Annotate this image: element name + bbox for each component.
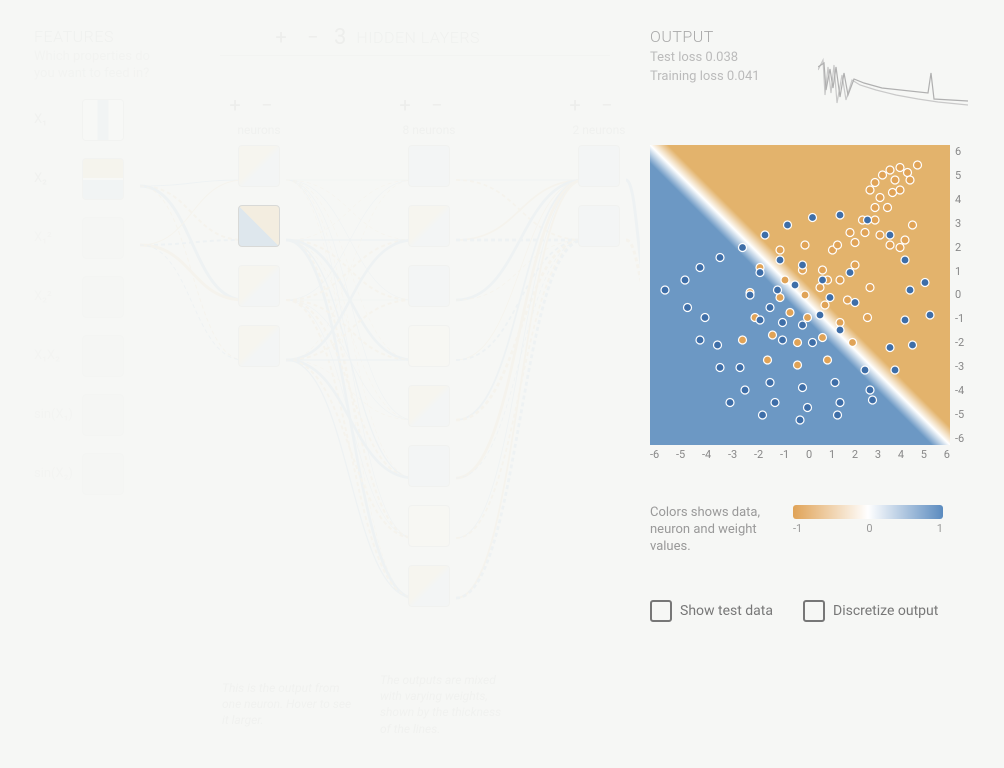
- neuron[interactable]: [408, 565, 450, 607]
- feature-label: X₂²: [34, 289, 82, 304]
- layers-heading: HIDDEN LAYERS: [356, 28, 480, 47]
- neuron[interactable]: [408, 445, 450, 487]
- feature-thumb: [82, 276, 124, 318]
- legend-lo: -1: [793, 522, 802, 535]
- neuron[interactable]: [408, 265, 450, 307]
- neuron[interactable]: [238, 265, 280, 307]
- plot-y-axis: 6543210-1-2-3-4-5-6: [955, 145, 964, 445]
- loss-sparkline: [818, 55, 968, 130]
- checkbox-label: Discretize output: [833, 603, 938, 619]
- show-test-data-checkbox[interactable]: Show test data: [650, 600, 773, 622]
- feature-label: X₁X₂: [34, 348, 82, 363]
- feature-0[interactable]: X₁: [34, 98, 184, 142]
- add-neuron-button[interactable]: +: [394, 95, 416, 117]
- hidden-layer-3: +− 2 neurons: [564, 95, 634, 265]
- remove-neuron-button[interactable]: −: [426, 95, 448, 117]
- discretize-output-checkbox[interactable]: Discretize output: [803, 600, 938, 622]
- neuron-count-label: neurons: [224, 123, 294, 137]
- legend-text: Colors shows data, neuron and weight val…: [650, 505, 775, 556]
- remove-neuron-button[interactable]: −: [256, 95, 278, 117]
- neuron[interactable]: [238, 325, 280, 367]
- remove-neuron-button[interactable]: −: [596, 95, 618, 117]
- neuron[interactable]: [408, 385, 450, 427]
- feature-thumb: [82, 335, 124, 377]
- feature-5[interactable]: sin(X₁): [34, 393, 184, 437]
- feature-1[interactable]: X₂: [34, 157, 184, 201]
- neuron[interactable]: [578, 205, 620, 247]
- feature-thumb: [82, 217, 124, 259]
- checkbox-icon: [650, 600, 672, 622]
- feature-label: sin(X₂): [34, 466, 82, 481]
- plot-x-axis: -6-5-4-3-2-10123456: [650, 448, 950, 461]
- output-heading: OUTPUT: [650, 27, 990, 46]
- neuron[interactable]: [408, 505, 450, 547]
- legend-gradient: -1 0 1: [793, 505, 943, 535]
- neuron-selected[interactable]: [238, 205, 280, 247]
- add-neuron-button[interactable]: +: [564, 95, 586, 117]
- layers-rule: [220, 55, 610, 56]
- features-subtext: Which properties do you want to feed in?: [34, 49, 154, 83]
- add-neuron-button[interactable]: +: [224, 95, 246, 117]
- checkbox-label: Show test data: [680, 603, 773, 619]
- add-layer-button[interactable]: +: [270, 27, 292, 49]
- output-plot[interactable]: [650, 145, 950, 445]
- feature-thumb: [82, 453, 124, 495]
- neuron[interactable]: [408, 145, 450, 187]
- hidden-layer-1: +− neurons: [224, 95, 294, 385]
- legend-hi: 1: [937, 522, 943, 535]
- neuron[interactable]: [238, 145, 280, 187]
- remove-layer-button[interactable]: −: [302, 27, 324, 49]
- neuron-count-label: 2 neurons: [564, 123, 634, 137]
- feature-thumb: [82, 158, 124, 200]
- feature-label: X₁: [34, 112, 82, 127]
- neuron[interactable]: [408, 205, 450, 247]
- feature-2[interactable]: X₁²: [34, 216, 184, 260]
- feature-label: sin(X₁): [34, 407, 82, 422]
- caption-weights: The outputs are mixed with varying weigh…: [380, 672, 510, 737]
- features-heading: FEATURES: [34, 27, 184, 46]
- neuron-count-label: 8 neurons: [394, 123, 464, 137]
- feature-6[interactable]: sin(X₂): [34, 452, 184, 496]
- feature-thumb: [82, 99, 124, 141]
- checkbox-icon: [803, 600, 825, 622]
- feature-3[interactable]: X₂²: [34, 275, 184, 319]
- layer-count: 3: [334, 25, 346, 50]
- feature-thumb: [82, 394, 124, 436]
- neuron[interactable]: [408, 325, 450, 367]
- hidden-layer-2: +− 8 neurons: [394, 95, 464, 625]
- legend-mid: 0: [866, 522, 872, 535]
- feature-label: X₂: [34, 171, 82, 186]
- feature-4[interactable]: X₁X₂: [34, 334, 184, 378]
- feature-label: X₁²: [34, 230, 82, 245]
- neuron[interactable]: [578, 145, 620, 187]
- caption-neuron-output: This is the output from one neuron. Hove…: [222, 680, 352, 729]
